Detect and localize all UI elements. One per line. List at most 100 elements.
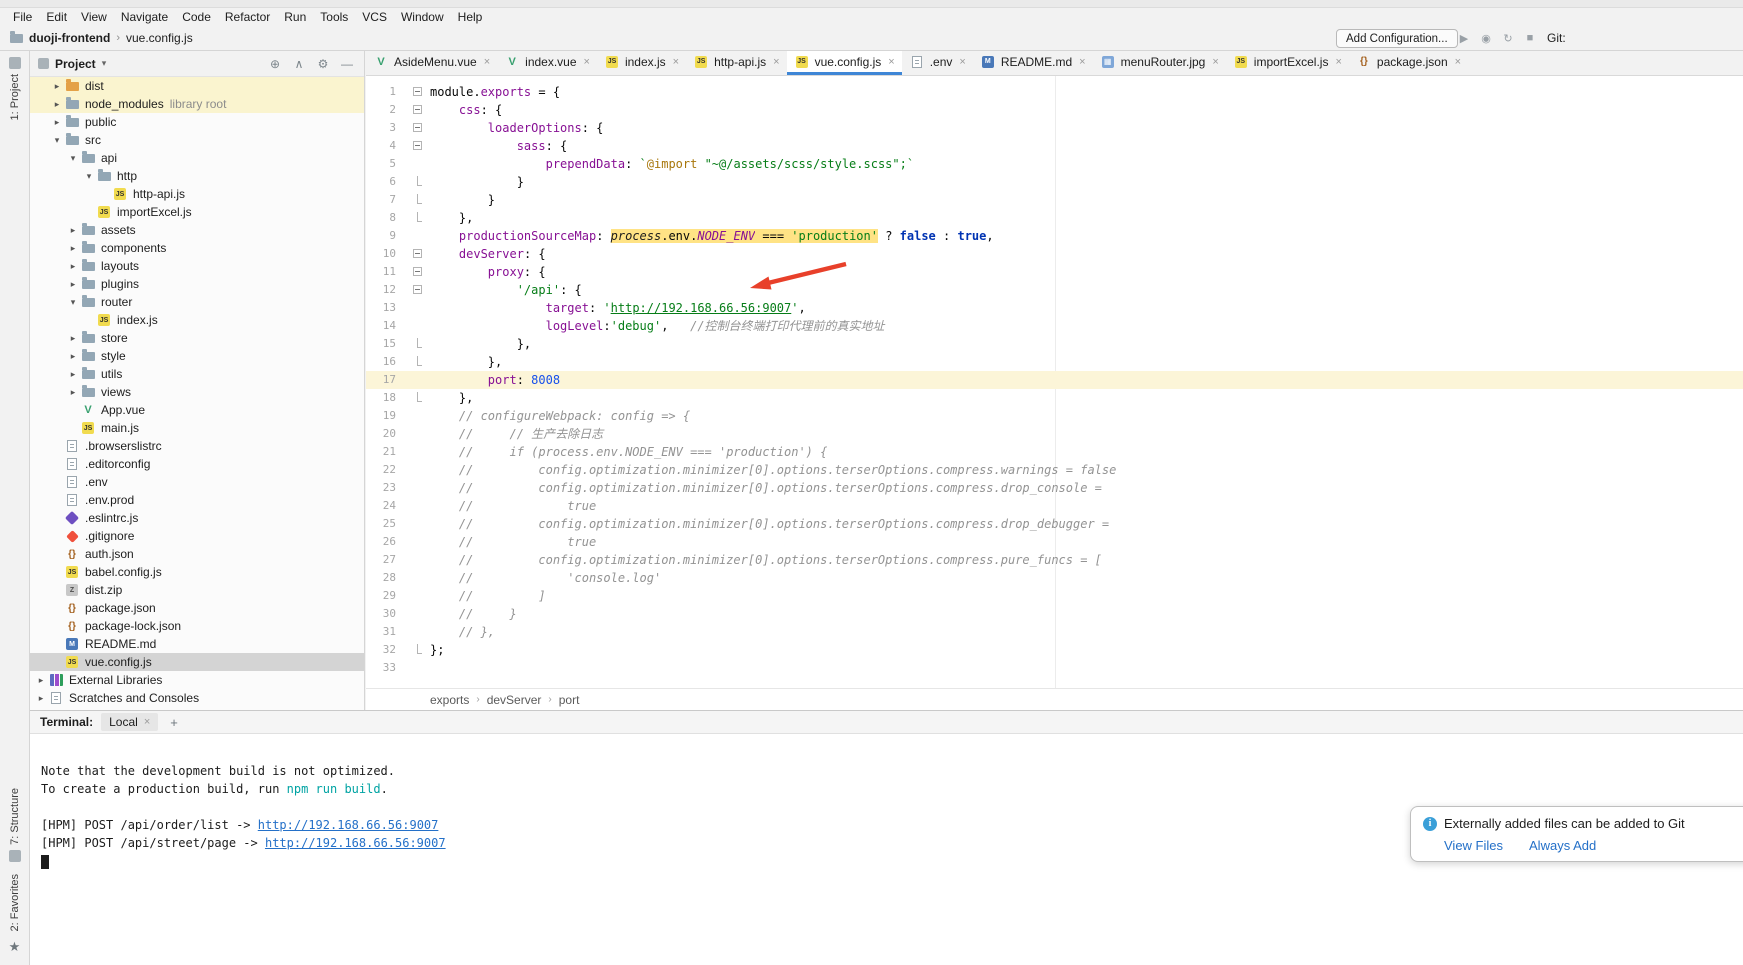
code-line-18[interactable]: 18 },: [366, 389, 1743, 407]
editor-tab-index-js[interactable]: JSindex.js×: [597, 51, 686, 75]
add-configuration-button[interactable]: Add Configuration...: [1336, 29, 1458, 48]
code-line-23[interactable]: 23 // config.optimization.minimizer[0].o…: [366, 479, 1743, 497]
tree-item-external-libraries[interactable]: ▸External Libraries: [30, 671, 364, 689]
code-line-13[interactable]: 13 target: 'http://192.168.66.56:9007',: [366, 299, 1743, 317]
tree-item-layouts[interactable]: ▸layouts: [30, 257, 364, 275]
code-line-25[interactable]: 25 // config.optimization.minimizer[0].o…: [366, 515, 1743, 533]
menu-item-window[interactable]: Window: [394, 9, 451, 25]
run-icon[interactable]: ▶: [1455, 30, 1473, 46]
close-icon[interactable]: ×: [144, 716, 150, 728]
close-icon[interactable]: ×: [1079, 56, 1085, 68]
breadcrumb-exports[interactable]: exports: [430, 693, 469, 707]
fold-gutter[interactable]: [406, 245, 430, 263]
code-line-19[interactable]: 19 // configureWebpack: config => {: [366, 407, 1743, 425]
menu-item-navigate[interactable]: Navigate: [114, 9, 175, 25]
tree-item-src[interactable]: ▾src: [30, 131, 364, 149]
close-icon[interactable]: ×: [888, 56, 894, 68]
tree-chevron-icon[interactable]: ▸: [66, 333, 80, 344]
tree-item--browserslistrc[interactable]: .browserslistrc: [30, 437, 364, 455]
editor-tab-menurouter-jpg[interactable]: ▦menuRouter.jpg×: [1093, 51, 1226, 75]
fold-gutter[interactable]: [406, 209, 430, 227]
fold-gutter[interactable]: [406, 83, 430, 101]
tree-chevron-icon[interactable]: ▸: [66, 387, 80, 398]
new-terminal-icon[interactable]: +: [166, 715, 182, 730]
breadcrumb-port[interactable]: port: [559, 693, 580, 707]
code-line-24[interactable]: 24 // true: [366, 497, 1743, 515]
always-add-link[interactable]: Always Add: [1529, 838, 1596, 853]
tool-window-structure-button[interactable]: 7: Structure: [9, 788, 21, 862]
tool-window-project-button[interactable]: 1: Project: [0, 57, 29, 120]
locate-file-icon[interactable]: ⊕: [266, 57, 284, 71]
tree-item--env-prod[interactable]: .env.prod: [30, 491, 364, 509]
menu-item-code[interactable]: Code: [175, 9, 218, 25]
tree-item-public[interactable]: ▸public: [30, 113, 364, 131]
tree-chevron-icon[interactable]: ▾: [66, 153, 80, 164]
menu-item-tools[interactable]: Tools: [313, 9, 355, 25]
tree-item--env[interactable]: .env: [30, 473, 364, 491]
code-line-14[interactable]: 14 logLevel:'debug', //控制台终端打印代理前的真实地址: [366, 317, 1743, 335]
tree-chevron-icon[interactable]: ▸: [66, 351, 80, 362]
fold-gutter[interactable]: [406, 335, 430, 353]
fold-gutter[interactable]: [406, 353, 430, 371]
code-editor[interactable]: 1module.exports = {2 css: {3 loaderOptio…: [366, 76, 1743, 688]
editor-tab-index-vue[interactable]: Vindex.vue×: [497, 51, 597, 75]
stop-icon[interactable]: ■: [1521, 30, 1539, 46]
tree-item--gitignore[interactable]: .gitignore: [30, 527, 364, 545]
code-line-1[interactable]: 1module.exports = {: [366, 83, 1743, 101]
code-line-15[interactable]: 15 },: [366, 335, 1743, 353]
settings-gear-icon[interactable]: ⚙: [314, 57, 332, 71]
tree-item-dist[interactable]: ▸dist: [30, 77, 364, 95]
code-line-17[interactable]: 17 port: 8008: [366, 371, 1743, 389]
editor-tab-http-api-js[interactable]: JShttp-api.js×: [686, 51, 786, 75]
tree-item-readme-md[interactable]: MREADME.md: [30, 635, 364, 653]
tree-item-router[interactable]: ▾router: [30, 293, 364, 311]
breadcrumb-file-name[interactable]: vue.config.js: [126, 31, 193, 45]
tree-chevron-icon[interactable]: ▾: [66, 297, 80, 308]
menu-item-file[interactable]: File: [6, 9, 39, 25]
code-line-33[interactable]: 33: [366, 659, 1743, 677]
code-line-31[interactable]: 31 // },: [366, 623, 1743, 641]
close-icon[interactable]: ×: [773, 56, 779, 68]
tree-item-index-js[interactable]: JSindex.js: [30, 311, 364, 329]
editor-tab-vue-config-js[interactable]: JSvue.config.js×: [787, 51, 902, 75]
tree-chevron-icon[interactable]: ▸: [66, 225, 80, 236]
tree-chevron-icon[interactable]: ▸: [50, 81, 64, 92]
tree-chevron-icon[interactable]: ▸: [66, 261, 80, 272]
code-line-7[interactable]: 7 }: [366, 191, 1743, 209]
close-icon[interactable]: ×: [1212, 56, 1218, 68]
tree-item-style[interactable]: ▸style: [30, 347, 364, 365]
editor-tab-package-json[interactable]: {}package.json×: [1349, 51, 1468, 75]
collapse-all-icon[interactable]: ∧: [290, 57, 308, 71]
code-line-12[interactable]: 12 '/api': {: [366, 281, 1743, 299]
code-line-20[interactable]: 20 // // 生产去除日志: [366, 425, 1743, 443]
editor-tab-readme-md[interactable]: MREADME.md×: [973, 51, 1093, 75]
code-line-22[interactable]: 22 // config.optimization.minimizer[0].o…: [366, 461, 1743, 479]
tree-item-node-modules[interactable]: ▸node_moduleslibrary root: [30, 95, 364, 113]
code-line-9[interactable]: 9 productionSourceMap: process.env.NODE_…: [366, 227, 1743, 245]
tree-chevron-icon[interactable]: ▸: [66, 243, 80, 254]
tree-item-babel-config-js[interactable]: JSbabel.config.js: [30, 563, 364, 581]
tree-item-http-api-js[interactable]: JShttp-api.js: [30, 185, 364, 203]
git-branch-widget[interactable]: Git:: [1547, 31, 1566, 45]
code-line-8[interactable]: 8 },: [366, 209, 1743, 227]
tree-item-assets[interactable]: ▸assets: [30, 221, 364, 239]
tree-chevron-icon[interactable]: ▸: [50, 117, 64, 128]
code-line-26[interactable]: 26 // true: [366, 533, 1743, 551]
editor-tab--env[interactable]: .env×: [902, 51, 973, 75]
fold-gutter[interactable]: [406, 281, 430, 299]
code-line-10[interactable]: 10 devServer: {: [366, 245, 1743, 263]
tree-item-importexcel-js[interactable]: JSimportExcel.js: [30, 203, 364, 221]
code-line-16[interactable]: 16 },: [366, 353, 1743, 371]
tree-item--eslintrc-js[interactable]: .eslintrc.js: [30, 509, 364, 527]
code-line-5[interactable]: 5 prependData: `@import "~@/assets/scss/…: [366, 155, 1743, 173]
close-icon[interactable]: ×: [484, 56, 490, 68]
code-line-4[interactable]: 4 sass: {: [366, 137, 1743, 155]
breadcrumb-devServer[interactable]: devServer: [487, 693, 542, 707]
code-line-21[interactable]: 21 // if (process.env.NODE_ENV === 'prod…: [366, 443, 1743, 461]
tree-chevron-icon[interactable]: ▾: [50, 135, 64, 146]
chevron-down-icon[interactable]: ▾: [102, 58, 107, 69]
fold-gutter[interactable]: [406, 173, 430, 191]
tree-chevron-icon[interactable]: ▸: [66, 279, 80, 290]
tree-item-auth-json[interactable]: {}auth.json: [30, 545, 364, 563]
tree-chevron-icon[interactable]: ▸: [34, 693, 48, 704]
